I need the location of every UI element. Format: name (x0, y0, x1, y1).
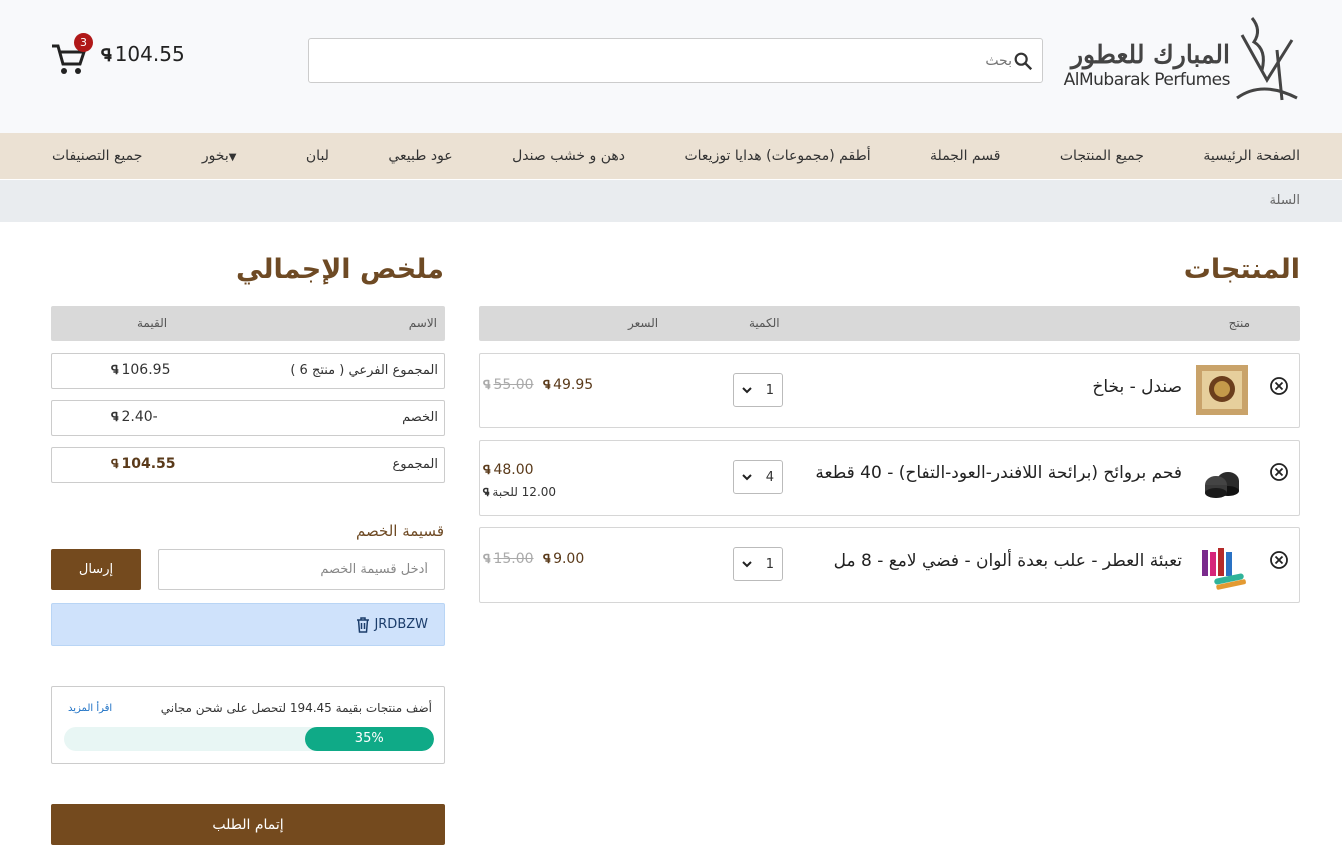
remove-item-icon[interactable] (1269, 462, 1289, 482)
logo-english-text: AlMubarak Perfumes (1063, 70, 1231, 90)
summary-title: ملخص الإجمالي (236, 254, 444, 285)
cart-item: فحم بروائح (برائحة اللافندر-العود-التفاح… (479, 440, 1300, 516)
products-title: المنتجات (1183, 254, 1300, 285)
summary-table-header: الاسم القيمة (51, 306, 445, 341)
cart-item: صندل - بخاخ 1 49.95⃁55.00⃁ (479, 353, 1300, 428)
chevron-down-icon (742, 561, 752, 568)
col-price: السعر (628, 316, 659, 330)
search-box (308, 38, 1043, 83)
product-price: 49.95⃁55.00⃁ (480, 377, 661, 393)
nav-item-home[interactable]: الصفحة الرئيسية (1203, 148, 1300, 164)
free-shipping-box: أضف منتجات بقيمة 194.45 لتحصل على شحن مج… (51, 686, 445, 764)
chevron-down-icon (742, 387, 752, 394)
chevron-down-icon (742, 474, 752, 481)
product-thumbnail[interactable] (1194, 538, 1250, 594)
caret-down-icon: ▼ (228, 152, 237, 163)
main-navigation: الصفحة الرئيسية جميع المنتجات قسم الجملة… (0, 133, 1342, 179)
total-value: 104.55⃁ (111, 456, 176, 472)
discount-value: -2.40⃁ (111, 409, 158, 425)
total-label: المجموع (392, 457, 438, 472)
shipping-progress-fill: 35% (304, 727, 434, 751)
product-thumbnail[interactable] (1194, 451, 1250, 507)
product-name[interactable]: صندل - بخاخ (1092, 377, 1182, 397)
nav-item-sandal[interactable]: دهن و خشب صندل (512, 148, 625, 164)
quantity-select[interactable]: 1 (733, 547, 783, 581)
discount-row: الخصم -2.40⃁ (51, 400, 445, 436)
site-logo[interactable]: المبارك للعطور AlMubarak Perfumes (1064, 10, 1302, 105)
nav-item-oud[interactable]: عود طبيعي (388, 148, 452, 164)
nav-item-incense[interactable]: بخور▼ (202, 148, 247, 164)
remove-item-icon[interactable] (1269, 550, 1289, 570)
cart-count-badge: 3 (74, 33, 93, 52)
breadcrumb-current: السلة (1269, 193, 1300, 208)
read-more-link[interactable]: اقرأ المزيد (68, 703, 112, 714)
unit-price: 12.00 للحبة⃁ (483, 485, 557, 499)
logo-mark-icon (1236, 17, 1298, 101)
subtotal-value: 106.95⃁ (111, 362, 171, 378)
riyal-icon: ⃁ (542, 377, 551, 392)
products-table-header: منتج الكمية السعر (479, 306, 1300, 341)
nav-item-wholesale[interactable]: قسم الجملة (930, 148, 1000, 164)
product-name[interactable]: فحم بروائح (برائحة اللافندر-العود-التفاح… (815, 463, 1182, 483)
col-value: القيمة (137, 316, 168, 330)
quantity-select[interactable]: 4 (733, 460, 783, 494)
trash-icon[interactable] (356, 617, 370, 633)
discount-label: الخصم (402, 410, 438, 425)
riyal-icon: ⃁ (483, 462, 491, 477)
nav-item-frankincense[interactable]: لبان (306, 148, 329, 164)
subtotal-label: المجموع الفرعي ( منتج 6 ) (290, 363, 438, 378)
search-input[interactable] (322, 39, 1012, 82)
nav-item-gift-sets[interactable]: أطقم (مجموعات) هدايا توزيعات (684, 148, 870, 164)
coupon-label: قسيمة الخصم (356, 522, 444, 540)
subtotal-row: المجموع الفرعي ( منتج 6 ) 106.95⃁ (51, 353, 445, 389)
product-thumbnail[interactable] (1194, 362, 1250, 418)
logo-arabic-text: المبارك للعطور (1070, 40, 1230, 69)
quantity-select[interactable]: 1 (733, 373, 783, 407)
riyal-icon: ⃁ (101, 45, 112, 66)
old-price: 55.00⃁ (483, 377, 534, 393)
search-icon[interactable] (1012, 50, 1034, 72)
product-price: 9.00⃁15.00⃁ (480, 551, 661, 567)
applied-coupon: JRDBZW (51, 603, 445, 646)
col-product: منتج (1228, 316, 1250, 330)
nav-item-incense-label: بخور (201, 148, 229, 164)
cart-widget[interactable]: 3 ⃁ 104.55 (50, 33, 210, 80)
coupon-input[interactable] (158, 549, 445, 590)
nav-item-all-categories[interactable]: جميع التصنيفات (52, 148, 142, 164)
product-name[interactable]: تعبئة العطر - علب بعدة ألوان - فضي لامع … (834, 551, 1182, 571)
coupon-code: JRDBZW (374, 617, 428, 632)
riyal-icon: ⃁ (542, 551, 551, 566)
coupon-submit-button[interactable]: إرسال (51, 549, 141, 590)
nav-item-all-products[interactable]: جميع المنتجات (1060, 148, 1144, 164)
col-quantity: الكمية (749, 316, 780, 330)
header: المبارك للعطور AlMubarak Perfumes 3 ⃁104… (0, 0, 1342, 133)
checkout-button[interactable]: إتمام الطلب (51, 804, 445, 845)
remove-item-icon[interactable] (1269, 376, 1289, 396)
free-shipping-message: أضف منتجات بقيمة 194.45 لتحصل على شحن مج… (160, 701, 432, 715)
old-price: 15.00⃁ (483, 551, 534, 567)
breadcrumb: السلة (0, 180, 1342, 222)
total-row: المجموع 104.55⃁ (51, 447, 445, 483)
cart-item: تعبئة العطر - علب بعدة ألوان - فضي لامع … (479, 527, 1300, 603)
shipping-progress-bar: 35% (64, 727, 434, 751)
col-name: الاسم (408, 316, 437, 330)
product-price: 48.00⃁ (483, 462, 534, 478)
cart-total: ⃁ 104.55 (101, 42, 185, 66)
